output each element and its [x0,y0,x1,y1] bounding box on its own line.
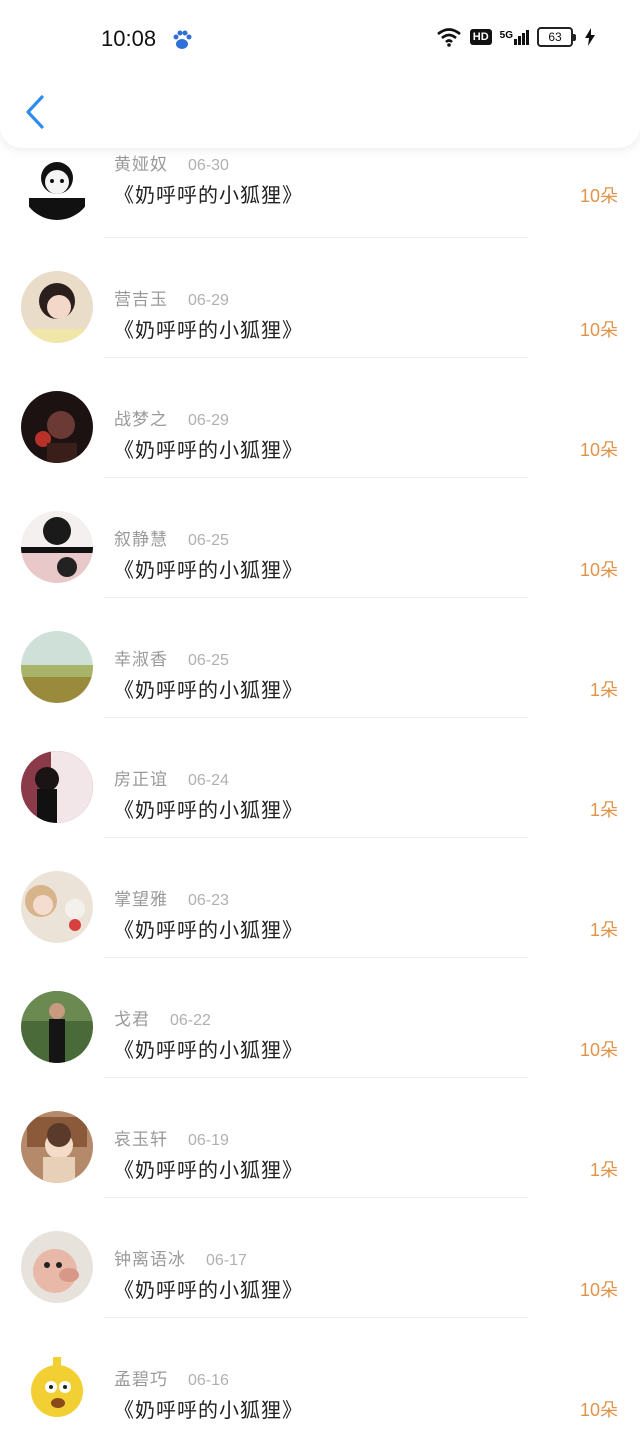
gift-amount: 1朵 [589,680,618,700]
list-item[interactable]: 孟碧巧 06-16 《奶呼呼的小狐狸》 10朵 [0,1318,640,1438]
user-name: 叙静慧 [114,530,168,550]
book-title: 《奶呼呼的小狐狸》 [114,798,303,822]
avatar[interactable] [21,391,93,463]
gift-date: 06-16 [188,1372,229,1389]
gift-amount: 10朵 [579,440,618,460]
gift-date: 06-23 [188,892,229,909]
list-item[interactable]: 哀玉轩 06-19 《奶呼呼的小狐狸》 1朵 [0,1078,640,1198]
list-item[interactable]: 叙静慧 06-25 《奶呼呼的小狐狸》 10朵 [0,478,640,598]
book-title: 《奶呼呼的小狐狸》 [114,318,303,342]
gift-amount: 1朵 [589,1160,618,1180]
paw-icon [173,30,192,49]
list-item[interactable]: 房正谊 06-24 《奶呼呼的小狐狸》 1朵 [0,718,640,838]
user-name: 幸淑香 [114,650,168,670]
list-item[interactable]: 掌望雅 06-23 《奶呼呼的小狐狸》 1朵 [0,838,640,958]
header: 10:08 HD 5G 63 [0,0,640,148]
status-time: 10:08 [101,26,157,51]
battery-level: 63 [537,27,573,47]
gift-date: 06-25 [188,652,229,669]
gift-date: 06-29 [188,412,229,429]
book-title: 《奶呼呼的小狐狸》 [114,558,303,582]
wifi-icon [436,28,461,47]
book-title: 《奶呼呼的小狐狸》 [114,918,303,942]
status-icons: HD 5G 63 [436,27,596,47]
avatar[interactable] [21,631,93,703]
user-name: 钟离语冰 [114,1250,186,1270]
gift-date: 06-22 [170,1012,211,1029]
gift-date: 06-24 [188,772,229,789]
list-item[interactable]: 战梦之 06-29 《奶呼呼的小狐狸》 10朵 [0,358,640,478]
book-title: 《奶呼呼的小狐狸》 [114,183,303,207]
signal-icon: 5G [499,29,529,45]
battery-icon: 63 [537,27,576,47]
list-item[interactable]: 幸淑香 06-25 《奶呼呼的小狐狸》 1朵 [0,598,640,718]
user-name: 哀玉轩 [114,1130,168,1150]
gift-amount: 10朵 [579,320,618,340]
user-name: 战梦之 [114,410,168,430]
avatar[interactable] [21,1231,93,1303]
avatar[interactable] [21,271,93,343]
gift-amount: 10朵 [579,560,618,580]
gift-date: 06-29 [188,292,229,309]
gift-amount: 10朵 [579,1400,618,1420]
list-item[interactable]: 戈君 06-22 《奶呼呼的小狐狸》 10朵 [0,958,640,1078]
hd-badge: HD [469,29,492,45]
avatar[interactable] [21,871,93,943]
user-name: 孟碧巧 [114,1370,168,1390]
avatar[interactable] [21,511,93,583]
avatar[interactable] [21,751,93,823]
gift-amount: 1朵 [589,920,618,940]
back-button[interactable] [22,94,48,130]
book-title: 《奶呼呼的小狐狸》 [114,1158,303,1182]
network-label: 5G [499,29,513,41]
list-item[interactable]: 钟离语冰 06-17 《奶呼呼的小狐狸》 10朵 [0,1198,640,1318]
user-name: 戈君 [114,1010,150,1030]
avatar[interactable] [21,1351,93,1423]
user-name: 营吉玉 [114,290,168,310]
avatar[interactable] [21,991,93,1063]
gift-date: 06-25 [188,532,229,549]
gift-date: 06-19 [188,1132,229,1149]
gift-amount: 10朵 [579,186,618,206]
book-title: 《奶呼呼的小狐狸》 [114,1038,303,1062]
charging-icon [585,28,595,46]
gift-amount: 10朵 [579,1040,618,1060]
book-title: 《奶呼呼的小狐狸》 [114,438,303,462]
book-title: 《奶呼呼的小狐狸》 [114,1278,303,1302]
book-title: 《奶呼呼的小狐狸》 [114,678,303,702]
gift-date: 06-17 [206,1252,247,1269]
avatar[interactable] [21,1111,93,1183]
user-name: 黄娅奴 [114,155,168,175]
avatar[interactable] [21,148,93,220]
book-title: 《奶呼呼的小狐狸》 [114,1398,303,1422]
user-name: 掌望雅 [114,890,168,910]
list-item[interactable]: 营吉玉 06-29 《奶呼呼的小狐狸》 10朵 [0,238,640,358]
gift-amount: 1朵 [589,800,618,820]
gift-amount: 10朵 [579,1280,618,1300]
gift-date: 06-30 [188,157,229,174]
user-name: 房正谊 [114,770,168,790]
